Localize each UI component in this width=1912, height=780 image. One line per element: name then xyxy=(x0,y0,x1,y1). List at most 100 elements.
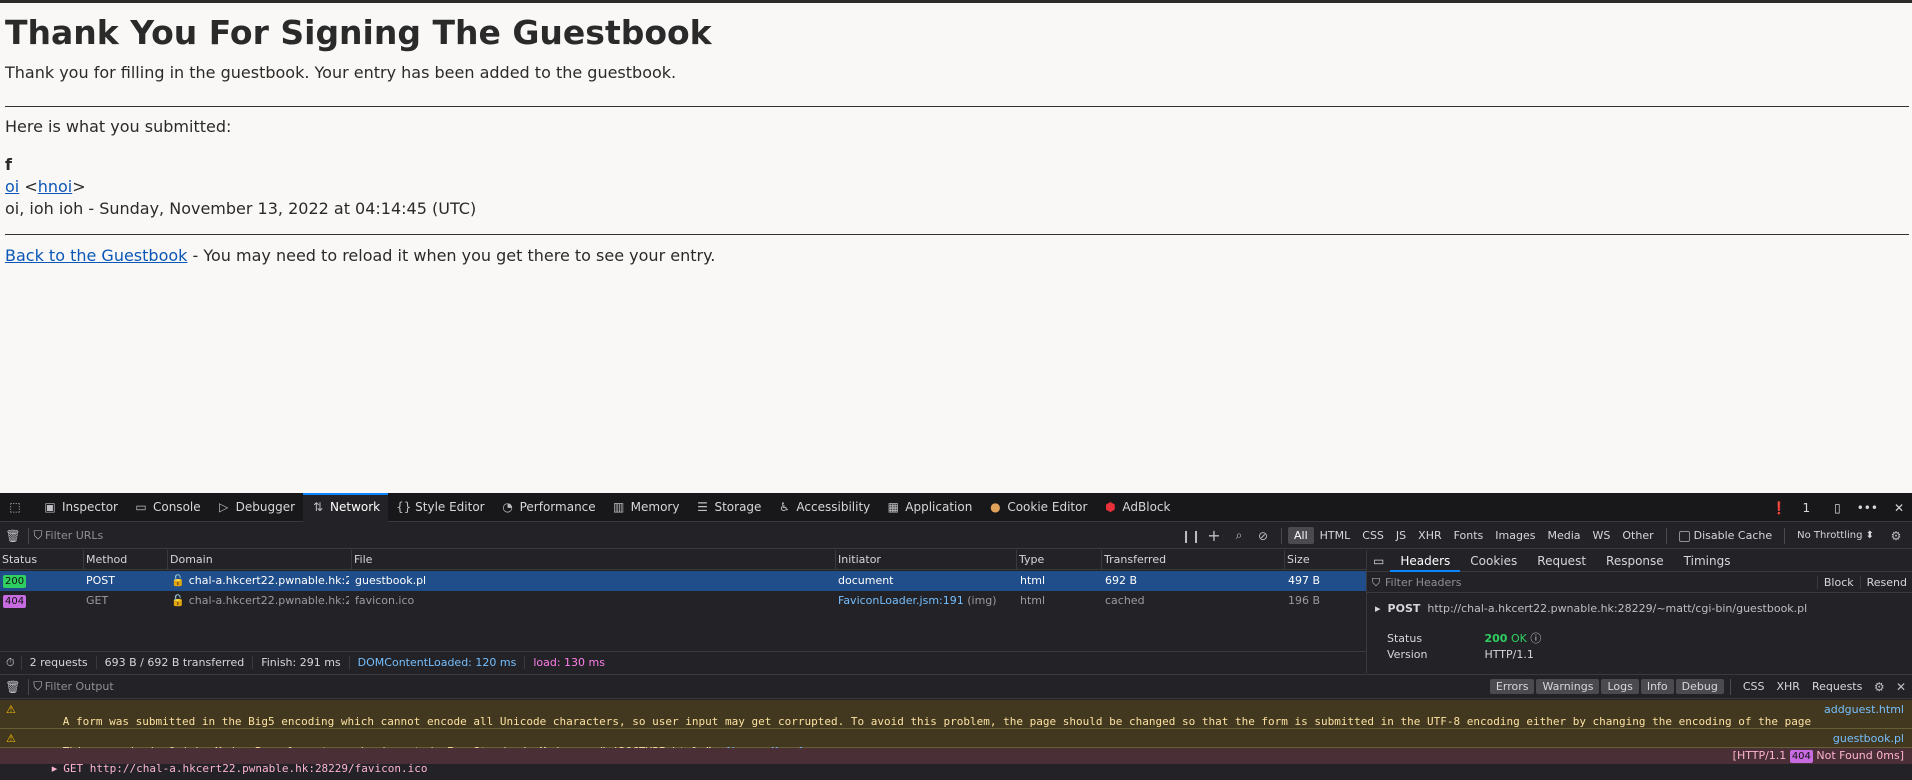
tab-response[interactable]: Response xyxy=(1596,550,1674,572)
type-filter-css[interactable]: CSS xyxy=(1356,527,1390,544)
row-method: POST xyxy=(86,574,115,587)
error-count-badge[interactable]: ❗ 1 xyxy=(1756,501,1827,515)
row-initiator[interactable]: FaviconLoader.jsm:191 (img) xyxy=(838,591,1014,611)
column-method[interactable]: Method xyxy=(83,550,167,570)
tab-accessibility[interactable]: ♿ Accessibility xyxy=(769,493,878,522)
responsive-design-icon[interactable]: ▯ xyxy=(1826,501,1849,515)
summary-load: load: 130 ms xyxy=(533,656,605,669)
error-count: 1 xyxy=(1802,500,1811,515)
separator xyxy=(1665,527,1667,544)
column-initiator[interactable]: Initiator xyxy=(835,550,1016,570)
filter-xhr[interactable]: XHR xyxy=(1770,679,1805,694)
tab-debugger[interactable]: ▷ Debugger xyxy=(209,493,303,522)
tab-network[interactable]: ⇅ Network xyxy=(303,492,389,522)
source-link[interactable]: addguest.html xyxy=(1824,703,1904,716)
filter-urls-input[interactable]: ⛉ Filter URLs xyxy=(31,528,1181,543)
more-options-icon[interactable]: ••• xyxy=(1849,501,1886,515)
http-status: [HTTP/1.1 404 Not Found 0ms] xyxy=(1733,749,1904,763)
filter-headers-input[interactable]: ⛉ Filter Headers xyxy=(1367,576,1817,590)
type-filter-all[interactable]: All xyxy=(1288,527,1314,544)
summary-requests: 2 requests xyxy=(22,656,97,669)
tab-inspector[interactable]: ▣ Inspector xyxy=(35,493,126,522)
level-errors[interactable]: Errors xyxy=(1489,679,1535,694)
filter-css[interactable]: CSS xyxy=(1737,679,1771,694)
table-row[interactable]: 404 GET 🔓 chal-a.hkcert22.pwnable.hk:2...… xyxy=(0,591,1366,611)
console-settings-icon[interactable]: ⚙ xyxy=(1868,680,1890,694)
search-icon[interactable]: ⌕ xyxy=(1227,528,1251,543)
tab-style-editor[interactable]: {} Style Editor xyxy=(388,493,492,522)
tab-console[interactable]: ▭ Console xyxy=(126,493,209,522)
divider xyxy=(5,106,1909,107)
tab-application[interactable]: ▦ Application xyxy=(878,493,980,522)
column-type[interactable]: Type xyxy=(1016,550,1101,570)
back-to-guestbook-link[interactable]: Back to the Guestbook xyxy=(5,246,187,265)
tab-label: Accessibility xyxy=(796,500,871,514)
tab-label: Network xyxy=(330,500,381,514)
tab-timings[interactable]: Timings xyxy=(1674,550,1741,572)
separator xyxy=(28,527,29,544)
type-filter-html[interactable]: HTML xyxy=(1314,527,1357,544)
trash-icon[interactable]: 🗑 xyxy=(0,529,26,543)
console-toolbar: 🗑 ⛉ Filter Output Errors Warnings Logs In… xyxy=(0,675,1912,699)
block-icon[interactable]: ⊘ xyxy=(1251,529,1275,543)
type-filter-other[interactable]: Other xyxy=(1616,527,1659,544)
type-filter-js[interactable]: JS xyxy=(1390,527,1412,544)
tab-storage[interactable]: ☰ Storage xyxy=(687,493,769,522)
row-transferred: 692 B xyxy=(1105,574,1138,587)
tab-label: Application xyxy=(905,500,973,514)
add-icon[interactable]: + xyxy=(1201,526,1227,545)
close-icon[interactable]: ✕ xyxy=(1890,680,1912,694)
cookie-icon: ● xyxy=(990,500,1001,514)
tab-cookie-editor[interactable]: ● Cookie Editor xyxy=(980,493,1095,522)
row-method: GET xyxy=(86,594,109,607)
filter-requests[interactable]: Requests xyxy=(1806,679,1868,694)
pause-icon[interactable]: ❙❙ xyxy=(1181,529,1201,543)
row-domain-text: chal-a.hkcert22.pwnable.hk:2... xyxy=(188,574,349,587)
toggle-sidebar-icon[interactable]: ▭ xyxy=(1367,550,1390,572)
tab-request[interactable]: Request xyxy=(1527,550,1596,572)
resend-button[interactable]: Resend xyxy=(1859,576,1912,589)
column-domain[interactable]: Domain xyxy=(167,550,351,570)
type-filter-images[interactable]: Images xyxy=(1489,527,1541,544)
request-summary[interactable]: ▸ POST http://chal-a.hkcert22.pwnable.hk… xyxy=(1375,602,1807,615)
initiator-link[interactable]: FaviconLoader.jsm:191 xyxy=(838,594,964,607)
close-icon[interactable]: ✕ xyxy=(1886,501,1912,515)
tab-performance[interactable]: ◔ Performance xyxy=(493,493,604,522)
disable-cache-toggle[interactable]: Disable Cache xyxy=(1673,527,1779,544)
tab-cookies[interactable]: Cookies xyxy=(1460,550,1527,572)
tab-label: Cookie Editor xyxy=(1007,500,1088,514)
type-filter-media[interactable]: Media xyxy=(1541,527,1586,544)
entry-email-link[interactable]: hnoi xyxy=(38,177,73,196)
column-file[interactable]: File xyxy=(351,550,835,570)
level-debug[interactable]: Debug xyxy=(1675,679,1724,694)
throttling-select[interactable]: No Throttling ⬍ xyxy=(1791,528,1880,543)
type-filter-ws[interactable]: WS xyxy=(1587,527,1617,544)
tab-adblock[interactable]: ⬢ AdBlock xyxy=(1095,493,1178,522)
type-filter-xhr[interactable]: XHR xyxy=(1412,527,1447,544)
level-logs[interactable]: Logs xyxy=(1601,679,1639,694)
tab-memory[interactable]: ▥ Memory xyxy=(604,493,688,522)
tab-label: Storage xyxy=(714,500,762,514)
level-warnings[interactable]: Warnings xyxy=(1536,679,1600,694)
column-size[interactable]: Size xyxy=(1284,550,1366,570)
filter-icon: ⛉ xyxy=(33,528,43,542)
separator xyxy=(27,678,29,695)
console-network-error[interactable]: ▸ GET http://chal-a.hkcert22.pwnable.hk:2… xyxy=(0,748,1912,775)
type-filter-fonts[interactable]: Fonts xyxy=(1448,527,1490,544)
column-status[interactable]: Status xyxy=(0,550,83,570)
tab-headers[interactable]: Headers xyxy=(1390,550,1460,572)
source-link[interactable]: guestbook.pl xyxy=(1833,732,1904,745)
trash-icon[interactable]: 🗑 xyxy=(0,680,26,694)
help-icon[interactable]: ⓘ xyxy=(1530,632,1541,645)
entry-name-link[interactable]: oi xyxy=(5,177,19,196)
summary-finish: Finish: 291 ms xyxy=(253,656,350,669)
level-info[interactable]: Info xyxy=(1640,679,1674,694)
timer-icon[interactable]: ⏱ xyxy=(0,655,22,670)
table-row[interactable]: 200 POST 🔓 chal-a.hkcert22.pwnable.hk:2..… xyxy=(0,571,1366,591)
block-button[interactable]: Block xyxy=(1816,576,1860,589)
status-label: Status xyxy=(1387,632,1423,645)
filter-output-input[interactable]: ⛉ Filter Output xyxy=(31,679,1488,694)
column-transferred[interactable]: Transferred xyxy=(1101,550,1284,570)
element-picker-button[interactable]: ⬚ xyxy=(0,493,35,522)
settings-gear-icon[interactable]: ⚙ xyxy=(1886,529,1906,543)
